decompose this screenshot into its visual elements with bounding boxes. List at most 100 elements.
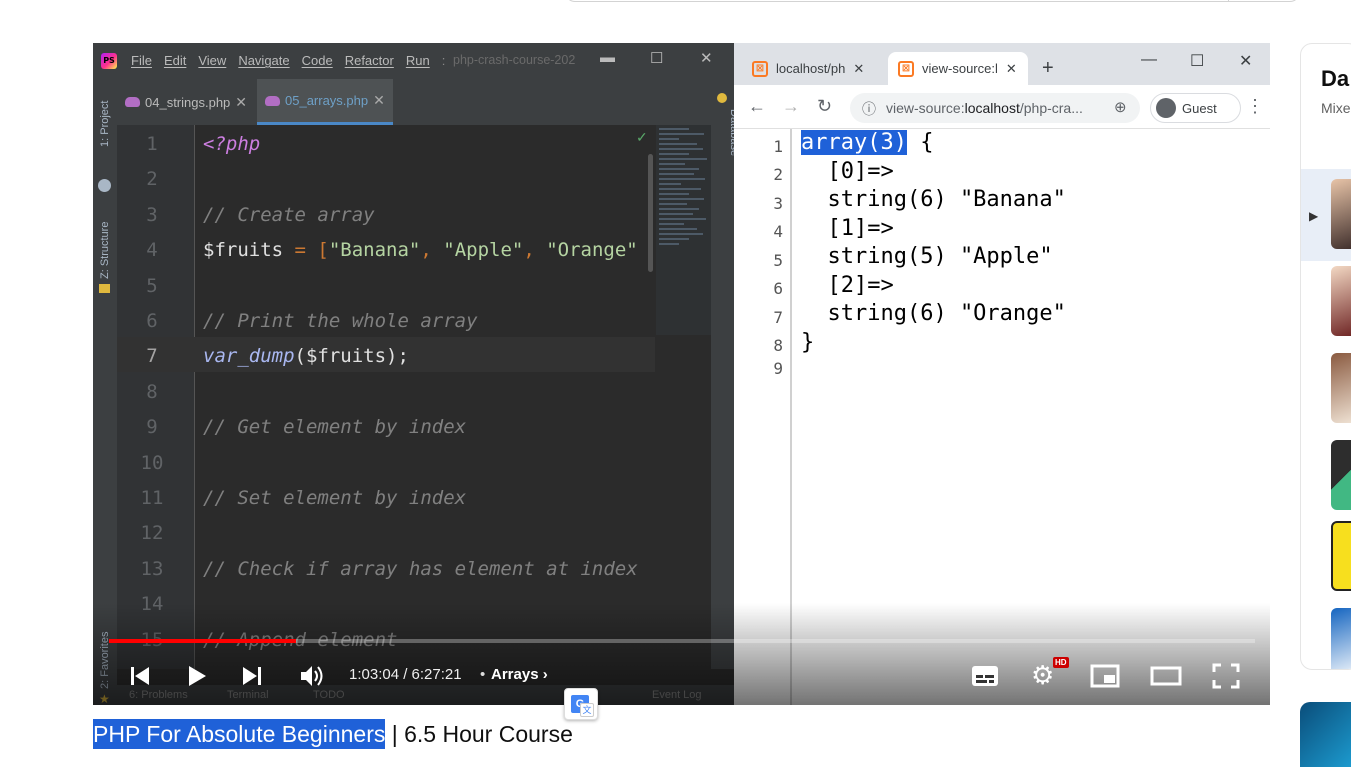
play-icon[interactable] [187,665,207,687]
editor-scrollbar[interactable] [648,154,653,272]
menu-view[interactable]: View [198,53,226,68]
code-line[interactable]: <?php [203,133,260,155]
code-string: "Apple" [443,239,524,261]
menu-run[interactable]: Run [406,53,430,68]
code-line[interactable]: // Set element by index [203,487,466,509]
line-number: 8 [146,381,158,403]
profile-label: Guest [1182,100,1217,116]
minimize-icon[interactable]: — [1141,51,1157,69]
menu-code[interactable]: Code [302,53,333,68]
code-line[interactable]: // Print the whole array [203,310,478,332]
previous-icon[interactable] [129,665,151,687]
source-line[interactable]: string(5) "Apple" [801,244,1052,269]
code-line[interactable]: // Check if array has element at index [203,558,638,580]
theater-mode-icon[interactable] [1150,664,1182,688]
maximize-icon[interactable]: ☐ [1190,51,1204,71]
inspection-ok-icon[interactable]: ✓ [636,129,648,146]
source-line[interactable]: [1]=> [801,216,893,241]
fullscreen-icon[interactable] [1212,663,1240,689]
reload-icon[interactable]: ↻ [817,96,832,117]
source-line[interactable]: array(3) { [801,130,933,155]
browser-tab-localhost[interactable]: ⊠ localhost/ph ✕ [742,52,880,85]
line-number: 4 [146,239,158,261]
hd-badge: HD [1053,657,1069,668]
menu-refactor[interactable]: Refactor [345,53,394,68]
playlist-panel: Da Mixe ▶ [1300,43,1351,670]
line-number: 3 [146,204,158,226]
php-file-icon [265,95,280,106]
tab-close-icon[interactable]: ✕ [1006,61,1017,77]
avatar-icon [1156,98,1176,118]
recommended-thumbnail[interactable] [1300,702,1351,767]
code-comma: , [523,239,547,261]
now-playing-icon: ▶ [1309,209,1319,223]
database-icon [717,93,727,103]
settings-gear-icon[interactable]: ⚙ [1031,660,1054,691]
translate-icon[interactable]: G 文 [564,688,598,720]
minimize-icon[interactable]: ▬ [600,49,615,66]
playlist-title[interactable]: Da [1321,66,1349,92]
menu-edit[interactable]: Edit [164,53,186,68]
profile-button[interactable]: Guest [1150,93,1241,123]
code-comma: , [420,239,444,261]
playlist-thumbnail[interactable] [1331,179,1351,249]
source-line-number: 1 [773,137,783,156]
playlist-thumbnail[interactable] [1331,266,1351,336]
playlist-thumbnail[interactable] [1331,608,1351,669]
new-tab-button[interactable]: + [1042,57,1054,80]
menu-overflow[interactable]: : [442,53,446,68]
tab-close-icon[interactable]: ✕ [373,92,385,109]
source-line-number: 6 [773,279,783,298]
ide-window: PS File Edit View Navigate Code Refactor… [93,43,740,705]
tab-close-icon[interactable]: ✕ [235,94,247,111]
menu-navigate[interactable]: Navigate [238,53,289,68]
volume-icon[interactable] [299,664,325,688]
code-line[interactable]: $fruits = ["Banana", "Apple", "Orange" [203,239,638,261]
playlist-thumbnail[interactable] [1331,521,1351,591]
close-icon[interactable]: ✕ [1239,51,1252,71]
forward-arrow-icon[interactable]: → [782,96,800,117]
menu-file[interactable]: File [131,53,152,68]
line-number: 6 [146,310,158,332]
source-line[interactable]: [0]=> [801,159,893,184]
code-string: "Banana" [328,239,421,261]
structure-panel-tab[interactable]: Z: Structure [99,222,111,279]
back-arrow-icon[interactable]: ← [748,96,766,117]
playlist-thumbnail[interactable] [1331,440,1351,510]
miniplayer-icon[interactable] [1090,664,1120,688]
code-minimap[interactable] [656,125,711,335]
source-line[interactable]: string(6) "Banana" [801,187,1065,212]
ide-menu-bar: File Edit View Navigate Code Refactor Ru… [131,53,445,68]
chapter-button[interactable]: Arrays › [491,666,548,683]
more-menu-icon[interactable]: ⋮ [1246,96,1264,117]
player-controls: 1:03:04 / 6:27:21 • Arrays › ⚙ HD [93,655,1270,695]
next-icon[interactable] [241,665,263,687]
code-line[interactable]: // Get element by index [203,416,466,438]
tab-05-arrays[interactable]: 05_arrays.php ✕ [257,79,393,125]
browser-toolbar: ← → ↻ ⓘ view-source:localhost/php-cra...… [734,85,1270,129]
source-line[interactable]: string(6) "Orange" [801,301,1065,326]
progress-bar[interactable] [109,639,1255,643]
zoom-icon[interactable]: ⊕ [1114,98,1127,116]
maximize-icon[interactable]: ☐ [650,49,663,67]
source-line-number: 2 [773,165,783,184]
project-panel-tab[interactable]: 1: Project [99,101,111,147]
tab-close-icon[interactable]: ✕ [853,61,864,77]
source-line[interactable]: [2]=> [801,273,893,298]
code-line[interactable]: var_dump($fruits); [203,345,409,367]
line-number: 2 [146,168,158,190]
code-line[interactable]: // Create array [203,204,375,226]
close-icon[interactable]: ✕ [700,49,713,67]
ide-titlebar: PS File Edit View Navigate Code Refactor… [93,43,734,79]
subtitles-icon[interactable] [971,664,999,688]
search-bar-edge[interactable] [565,0,1300,2]
browser-tab-view-source[interactable]: ⊠ view-source:l ✕ [888,52,1028,85]
playlist-thumbnail[interactable] [1331,353,1351,423]
tab-04-strings[interactable]: 04_strings.php ✕ [117,79,255,125]
source-gutter [734,129,792,705]
source-line[interactable]: } [801,330,814,355]
info-icon[interactable]: ⓘ [862,99,876,119]
address-bar[interactable]: ⓘ view-source:localhost/php-cra... ⊕ [850,93,1140,123]
code-string: "Orange" [546,239,638,261]
video-player[interactable]: PS File Edit View Navigate Code Refactor… [93,43,1270,705]
